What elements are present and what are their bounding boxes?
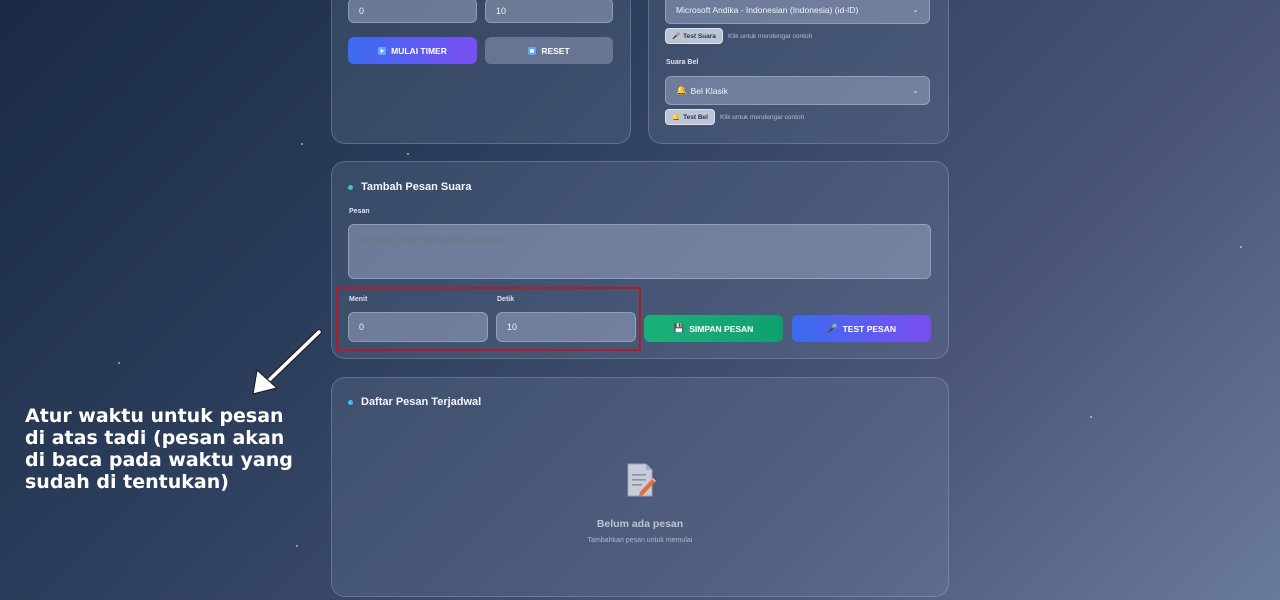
bell-select[interactable]: 🔔 Bel Klasik ⌄ [665,76,930,105]
annotation-arrow-icon [245,326,325,398]
save-message-label: SIMPAN PESAN [689,323,754,334]
test-message-button[interactable]: 🎤 TEST PESAN [792,315,931,342]
voice-select[interactable]: Microsoft Andika - Indonesian (Indonesia… [665,0,930,24]
background-star [118,362,120,364]
annotation-line: Atur waktu untuk pesan [25,405,284,427]
play-icon [378,46,387,55]
test-bell-label: Test Bel [683,113,708,121]
reset-label: RESET [541,45,570,56]
test-bell-button[interactable]: 🔔 Test Bel [665,109,715,125]
background-star [301,143,303,145]
test-voice-button[interactable]: 🎤 Test Suara [665,28,723,44]
add-message-title: Tambah Pesan Suara [348,181,471,193]
reset-button[interactable]: RESET [485,37,613,64]
status-dot-icon [348,399,353,405]
save-message-button[interactable]: 💾 SIMPAN PESAN [644,315,783,342]
scheduled-title: Daftar Pesan Terjadwal [348,396,481,408]
chevron-down-icon: ⌄ [912,5,919,14]
start-timer-label: MULAI TIMER [391,45,447,56]
microphone-icon: 🎤 [827,323,838,333]
test-voice-label: Test Suara [683,32,716,40]
add-message-title-text: Tambah Pesan Suara [361,181,472,193]
message-label: Pesan [349,208,370,215]
scheduled-title-text: Daftar Pesan Terjadwal [361,396,482,408]
test-bell-hint: Klik untuk mendengar contoh [720,114,805,121]
stop-icon [528,46,537,55]
memo-icon [626,462,656,498]
background-star [407,153,409,155]
start-timer-button[interactable]: MULAI TIMER [348,37,477,64]
floppy-disk-icon: 💾 [673,323,685,333]
timer-minute-input[interactable]: 0 [348,0,477,23]
bell-icon: 🔔 [676,85,687,95]
voice-select-value: Microsoft Andika - Indonesian (Indonesia… [676,4,859,15]
background-star [1090,416,1092,418]
background-star [296,545,298,547]
annotation-text: Atur waktu untuk pesan di atas tadi (pes… [25,405,325,493]
status-dot-icon [348,184,353,190]
highlight-box [336,287,641,351]
bell-sound-label: Suara Bel [666,59,699,66]
message-textarea[interactable] [348,224,931,279]
microphone-icon: 🎤 [672,33,681,40]
timer-second-input[interactable]: 10 [485,0,613,23]
bell-select-value: Bel Klasik [690,85,728,96]
test-message-label: TEST PESAN [842,323,896,334]
annotation-line: sudah di tentukan) [25,471,229,493]
empty-subtitle: Tambahkan pesan untuk memulai [587,537,693,544]
annotation-line: di baca pada waktu yang [25,449,293,471]
chevron-down-icon: ⌄ [912,86,919,95]
test-voice-hint: Klik untuk mendengar contoh [728,33,813,40]
empty-title: Belum ada pesan [596,518,684,530]
annotation-line: di atas tadi (pesan akan [25,427,285,449]
bell-icon: 🔔 [672,114,681,121]
background-star [1240,246,1242,248]
